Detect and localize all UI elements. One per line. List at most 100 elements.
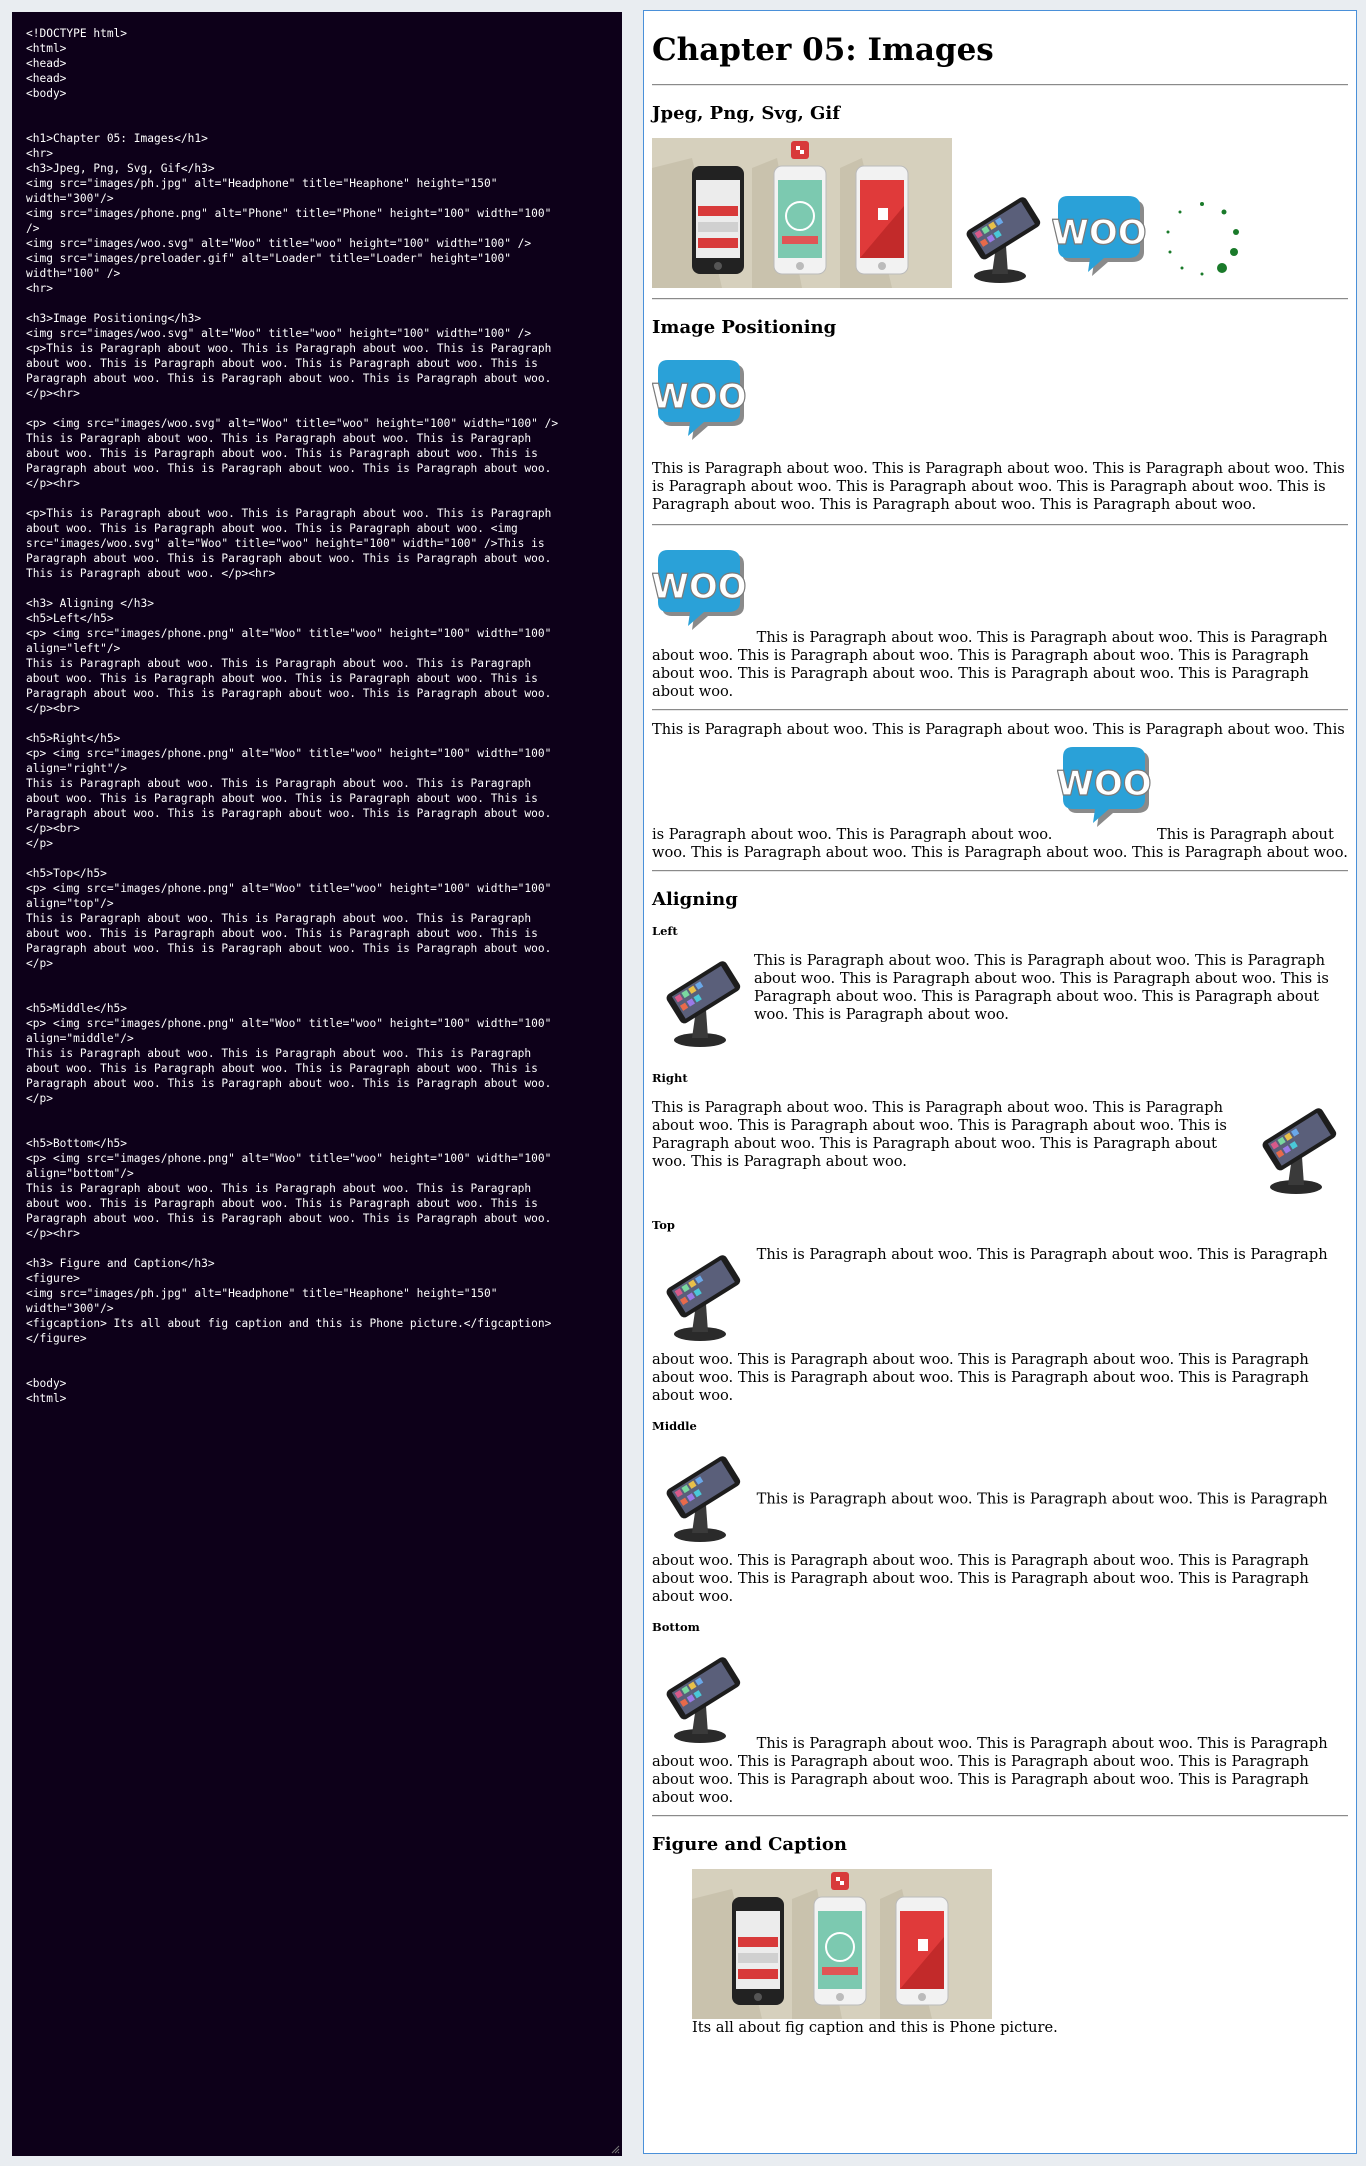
- code-line[interactable]: <h5>Left</h5>: [26, 611, 622, 626]
- code-line[interactable]: [26, 491, 622, 506]
- code-line[interactable]: align="top"/>: [26, 896, 622, 911]
- code-line[interactable]: Paragraph about woo. This is Paragraph a…: [26, 941, 622, 956]
- code-line[interactable]: </p>: [26, 1091, 622, 1106]
- code-line[interactable]: <body>: [26, 86, 622, 101]
- code-line[interactable]: <hr>: [26, 146, 622, 161]
- code-line[interactable]: <figcaption> Its all about fig caption a…: [26, 1316, 622, 1331]
- code-line[interactable]: Paragraph about woo. This is Paragraph a…: [26, 686, 622, 701]
- code-line[interactable]: />: [26, 221, 622, 236]
- code-line[interactable]: align="right"/>: [26, 761, 622, 776]
- code-line[interactable]: width="300"/>: [26, 1301, 622, 1316]
- format-images-row: WOO: [652, 138, 1348, 288]
- code-line[interactable]: [26, 1106, 622, 1121]
- code-line[interactable]: <h5>Top</h5>: [26, 866, 622, 881]
- code-line[interactable]: <h3> Figure and Caption</h3>: [26, 1256, 622, 1271]
- code-line[interactable]: <p>This is Paragraph about woo. This is …: [26, 506, 622, 521]
- code-line[interactable]: [26, 401, 622, 416]
- code-line[interactable]: <img src="images/phone.png" alt="Phone" …: [26, 206, 622, 221]
- code-line[interactable]: align="bottom"/>: [26, 1166, 622, 1181]
- code-line[interactable]: This is Paragraph about woo. This is Par…: [26, 776, 622, 791]
- code-line[interactable]: <img src="images/woo.svg" alt="Woo" titl…: [26, 326, 622, 341]
- code-line[interactable]: [26, 116, 622, 131]
- code-line[interactable]: <head>: [26, 56, 622, 71]
- code-line[interactable]: align="middle"/>: [26, 1031, 622, 1046]
- code-line[interactable]: </p><br>: [26, 821, 622, 836]
- code-line[interactable]: [26, 851, 622, 866]
- code-line[interactable]: </p>: [26, 956, 622, 971]
- code-line[interactable]: <img src="images/woo.svg" alt="Woo" titl…: [26, 236, 622, 251]
- paragraph-align-top: This is Paragraph about woo. This is Par…: [652, 1246, 1348, 1405]
- figure: Its all about fig caption and this is Ph…: [692, 1869, 1308, 2037]
- code-line[interactable]: <p> <img src="images/phone.png" alt="Woo…: [26, 1016, 622, 1031]
- code-line[interactable]: </p><br>: [26, 701, 622, 716]
- code-line[interactable]: This is Paragraph about woo. This is Par…: [26, 1181, 622, 1196]
- code-line[interactable]: [26, 101, 622, 116]
- code-line[interactable]: Paragraph about woo. This is Paragraph a…: [26, 461, 622, 476]
- code-line[interactable]: This is Paragraph about woo. This is Par…: [26, 656, 622, 671]
- code-line[interactable]: width="300"/>: [26, 191, 622, 206]
- code-line[interactable]: This is Paragraph about woo. This is Par…: [26, 911, 622, 926]
- code-line[interactable]: <img src="images/preloader.gif" alt="Loa…: [26, 251, 622, 266]
- code-line[interactable]: <figure>: [26, 1271, 622, 1286]
- code-line[interactable]: <hr>: [26, 281, 622, 296]
- code-line[interactable]: <h5>Middle</h5>: [26, 1001, 622, 1016]
- code-line[interactable]: </p><hr>: [26, 386, 622, 401]
- code-line[interactable]: <p> <img src="images/phone.png" alt="Woo…: [26, 1151, 622, 1166]
- code-line[interactable]: [26, 1346, 622, 1361]
- code-line[interactable]: </p>: [26, 836, 622, 851]
- code-line[interactable]: [26, 1361, 622, 1376]
- code-line[interactable]: <h5>Right</h5>: [26, 731, 622, 746]
- code-line[interactable]: <!DOCTYPE html>: [26, 26, 622, 41]
- code-line[interactable]: <h1>Chapter 05: Images</h1>: [26, 131, 622, 146]
- code-line[interactable]: <p> <img src="images/phone.png" alt="Woo…: [26, 881, 622, 896]
- code-line[interactable]: about woo. This is Paragraph about woo. …: [26, 521, 622, 536]
- code-line[interactable]: Paragraph about woo. This is Paragraph a…: [26, 806, 622, 821]
- code-line[interactable]: <h3>Jpeg, Png, Svg, Gif</h3>: [26, 161, 622, 176]
- code-line[interactable]: <h5>Bottom</h5>: [26, 1136, 622, 1151]
- code-line[interactable]: about woo. This is Paragraph about woo. …: [26, 926, 622, 941]
- code-line[interactable]: <head>: [26, 71, 622, 86]
- code-line[interactable]: </p><hr>: [26, 476, 622, 491]
- code-line[interactable]: src="images/woo.svg" alt="Woo" title="wo…: [26, 536, 622, 551]
- code-line[interactable]: This is Paragraph about woo. This is Par…: [26, 431, 622, 446]
- code-line[interactable]: <p> <img src="images/woo.svg" alt="Woo" …: [26, 416, 622, 431]
- code-line[interactable]: </figure>: [26, 1331, 622, 1346]
- code-line[interactable]: width="100" />: [26, 266, 622, 281]
- code-editor-text[interactable]: <!DOCTYPE html> <html> <head> <head> <body> <…: [26, 26, 622, 1406]
- code-line[interactable]: [26, 296, 622, 311]
- code-line[interactable]: <p>This is Paragraph about woo. This is …: [26, 341, 622, 356]
- code-line[interactable]: <html>: [26, 41, 622, 56]
- code-line[interactable]: This is Paragraph about woo. This is Par…: [26, 1046, 622, 1061]
- code-line[interactable]: about woo. This is Paragraph about woo. …: [26, 671, 622, 686]
- code-line[interactable]: <img src="images/ph.jpg" alt="Headphone"…: [26, 176, 622, 191]
- code-line[interactable]: </p><hr>: [26, 1226, 622, 1241]
- code-line[interactable]: <body>: [26, 1376, 622, 1391]
- code-line[interactable]: about woo. This is Paragraph about woo. …: [26, 446, 622, 461]
- paragraph-with-mid-image: This is Paragraph about woo. This is Par…: [652, 721, 1348, 862]
- code-line[interactable]: about woo. This is Paragraph about woo. …: [26, 791, 622, 806]
- code-line[interactable]: about woo. This is Paragraph about woo. …: [26, 1061, 622, 1076]
- code-line[interactable]: align="left"/>: [26, 641, 622, 656]
- code-line[interactable]: <p> <img src="images/phone.png" alt="Woo…: [26, 746, 622, 761]
- code-line[interactable]: [26, 581, 622, 596]
- code-line[interactable]: This is Paragraph about woo. </p><hr>: [26, 566, 622, 581]
- code-line[interactable]: [26, 1241, 622, 1256]
- code-line[interactable]: [26, 986, 622, 1001]
- code-line[interactable]: <html>: [26, 1391, 622, 1406]
- code-line[interactable]: Paragraph about woo. This is Paragraph a…: [26, 371, 622, 386]
- code-line[interactable]: <p> <img src="images/phone.png" alt="Woo…: [26, 626, 622, 641]
- code-line[interactable]: <img src="images/ph.jpg" alt="Headphone"…: [26, 1286, 622, 1301]
- code-line[interactable]: <h3> Aligning </h3>: [26, 596, 622, 611]
- code-line[interactable]: [26, 716, 622, 731]
- code-line[interactable]: Paragraph about woo. This is Paragraph a…: [26, 1211, 622, 1226]
- code-line[interactable]: Paragraph about woo. This is Paragraph a…: [26, 551, 622, 566]
- code-editor[interactable]: <!DOCTYPE html> <html> <head> <head> <body> <…: [12, 12, 622, 2156]
- code-line[interactable]: about woo. This is Paragraph about woo. …: [26, 356, 622, 371]
- code-line[interactable]: Paragraph about woo. This is Paragraph a…: [26, 1076, 622, 1091]
- subheading-right: Right: [652, 1071, 688, 1085]
- code-line[interactable]: <h3>Image Positioning</h3>: [26, 311, 622, 326]
- code-line[interactable]: [26, 1121, 622, 1136]
- resize-grip-icon[interactable]: [611, 2145, 620, 2154]
- code-line[interactable]: [26, 971, 622, 986]
- code-line[interactable]: about woo. This is Paragraph about woo. …: [26, 1196, 622, 1211]
